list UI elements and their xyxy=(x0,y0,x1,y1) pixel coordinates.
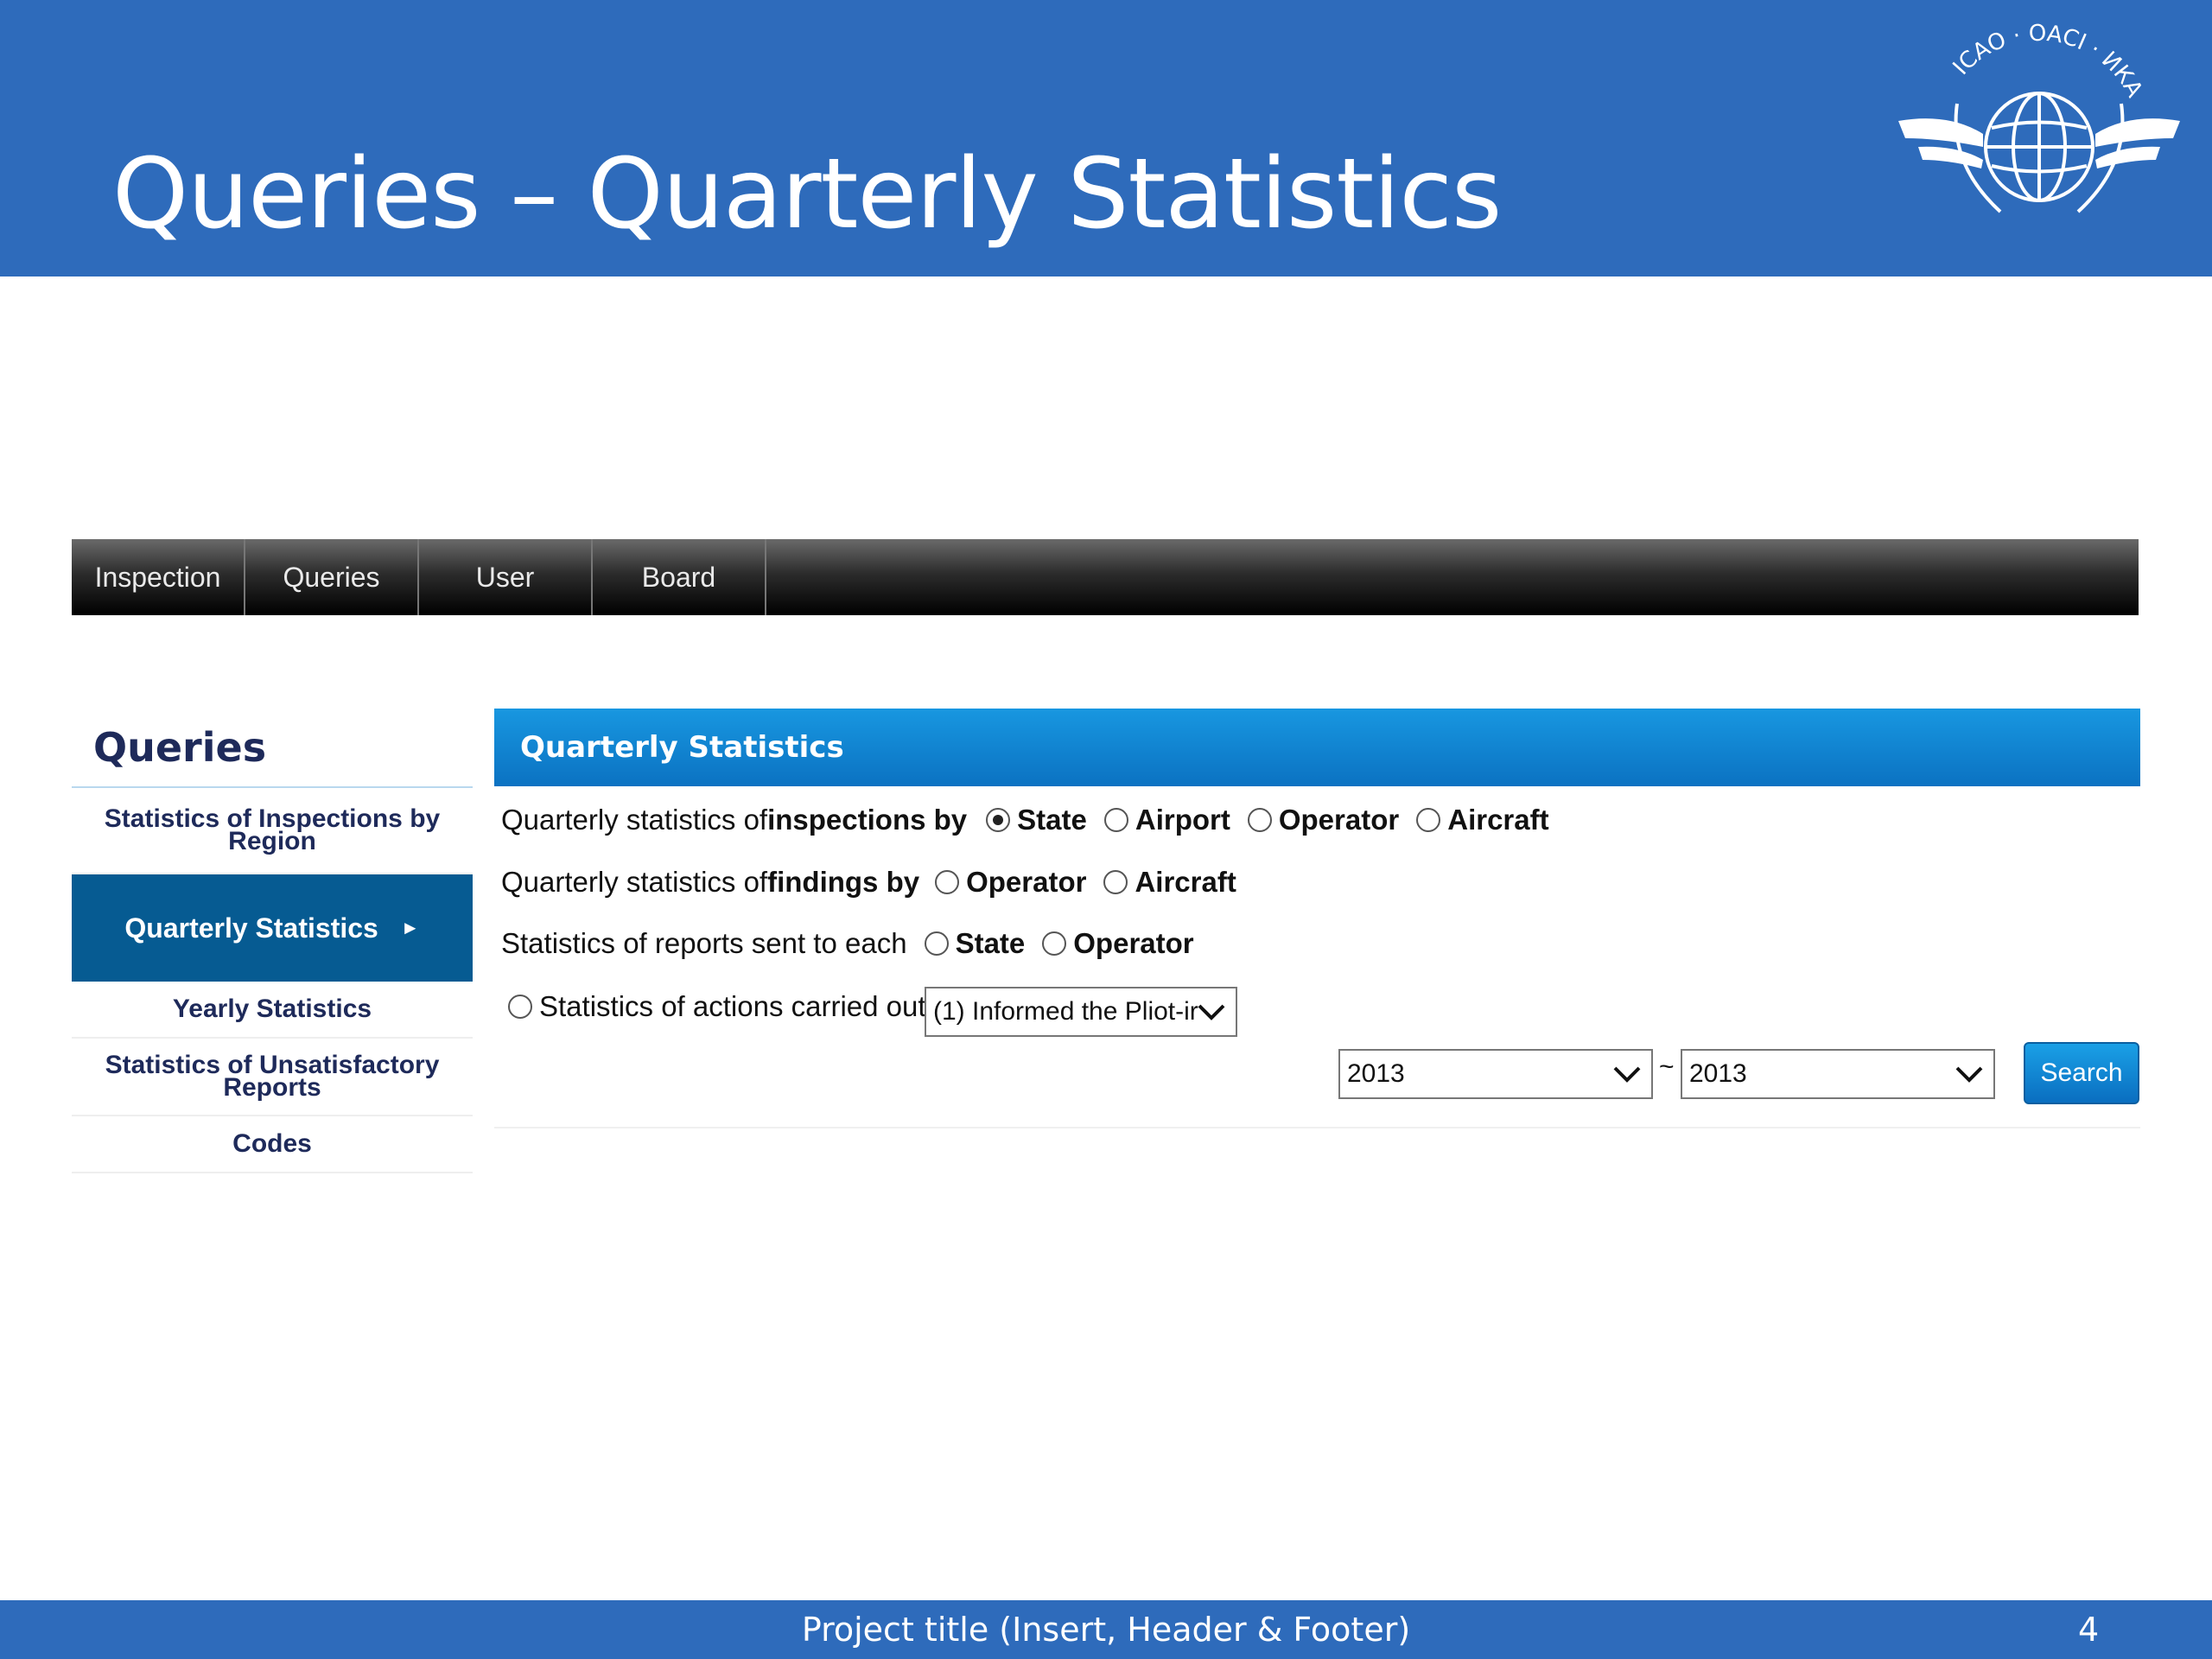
radio-checked-icon xyxy=(986,808,1011,832)
search-button[interactable]: Search xyxy=(2024,1042,2139,1104)
nav-item-inspection[interactable]: Inspection xyxy=(72,539,245,615)
sidebar-item-inspections-by-region[interactable]: Statistics of Inspections by Region xyxy=(72,788,473,874)
radio-inspections-airport[interactable]: Airport xyxy=(1103,804,1230,836)
svg-text:ICAO · OACI · ИКАО: ICAO · OACI · ИКАО xyxy=(1897,17,2147,102)
sidebar-item-yearly-statistics[interactable]: Yearly Statistics xyxy=(72,982,473,1039)
year-to-value: 2013 xyxy=(1689,1059,1747,1088)
radio-actions-carried-out[interactable]: Statistics of actions carried out xyxy=(508,990,926,1023)
year-from-value: 2013 xyxy=(1347,1059,1405,1088)
slide-header: Queries – Quarterly Statistics ICAO · OA… xyxy=(0,0,2212,276)
radio-reports-operator[interactable]: Operator xyxy=(1042,927,1194,960)
slide-title: Queries – Quarterly Statistics xyxy=(112,138,1502,251)
main-navbar: Inspection Queries User Board xyxy=(72,539,2139,615)
year-to-select[interactable]: 2013 xyxy=(1681,1049,1995,1099)
icao-logo-icon: ICAO · OACI · ИКАО xyxy=(1897,17,2180,213)
nav-item-queries[interactable]: Queries xyxy=(245,539,419,615)
radio-icon xyxy=(924,931,949,956)
findings-by-row: Quarterly statistics of findings by Oper… xyxy=(501,866,1236,899)
radio-icon xyxy=(508,995,532,1019)
radio-findings-operator[interactable]: Operator xyxy=(935,866,1086,899)
chevron-down-icon xyxy=(1955,1066,1983,1083)
radio-icon xyxy=(935,870,960,894)
radio-inspections-operator[interactable]: Operator xyxy=(1247,804,1399,836)
chevron-down-icon xyxy=(1198,1004,1225,1020)
sidebar-item-label: Quarterly Statistics xyxy=(124,912,378,944)
footer-project-title: Project title (Insert, Header & Footer) xyxy=(801,1611,1411,1649)
chevron-down-icon xyxy=(1613,1066,1641,1083)
slide-footer: Project title (Insert, Header & Footer) … xyxy=(0,1600,2212,1659)
sidebar-title: Queries xyxy=(72,709,473,788)
sidebar-item-unsatisfactory-reports[interactable]: Statistics of Unsatisfactory Reports xyxy=(72,1039,473,1116)
row-prefix: Statistics of reports sent to each xyxy=(501,927,907,959)
year-from-select[interactable]: 2013 xyxy=(1338,1049,1653,1099)
reports-sent-row: Statistics of reports sent to each State… xyxy=(501,927,1194,960)
panel-header: Quarterly Statistics xyxy=(494,709,2140,786)
page-number: 4 xyxy=(2078,1611,2100,1649)
nav-item-board[interactable]: Board xyxy=(593,539,766,615)
sidebar-item-codes[interactable]: Codes xyxy=(72,1116,473,1173)
radio-icon xyxy=(1042,931,1067,956)
actions-select-value: (1) Informed the Pliot-ir xyxy=(933,997,1198,1026)
radio-icon xyxy=(1103,808,1128,832)
sidebar-item-quarterly-statistics[interactable]: Quarterly Statistics ► xyxy=(72,874,473,982)
radio-inspections-aircraft[interactable]: Aircraft xyxy=(1416,804,1549,836)
row-bold-label: inspections by xyxy=(767,804,968,836)
arrow-right-icon: ► xyxy=(400,917,420,938)
radio-findings-aircraft[interactable]: Aircraft xyxy=(1103,866,1236,899)
row-prefix: Quarterly statistics of xyxy=(501,866,768,898)
actions-carried-out-row: Statistics of actions carried out xyxy=(508,990,926,1023)
radio-inspections-state[interactable]: State xyxy=(986,804,1087,836)
inspections-by-row: Quarterly statistics of inspections by S… xyxy=(501,804,1549,836)
queries-sidebar: Queries Statistics of Inspections by Reg… xyxy=(72,709,473,1173)
radio-icon xyxy=(1103,870,1128,894)
row-prefix: Quarterly statistics of xyxy=(501,804,768,836)
actions-select[interactable]: (1) Informed the Pliot-ir xyxy=(925,987,1237,1037)
radio-reports-state[interactable]: State xyxy=(924,927,1025,960)
nav-item-user[interactable]: User xyxy=(419,539,593,615)
row-bold-label: findings by xyxy=(767,866,920,898)
range-separator: ~ xyxy=(1659,1052,1675,1081)
radio-icon xyxy=(1416,808,1441,832)
radio-icon xyxy=(1247,808,1272,832)
